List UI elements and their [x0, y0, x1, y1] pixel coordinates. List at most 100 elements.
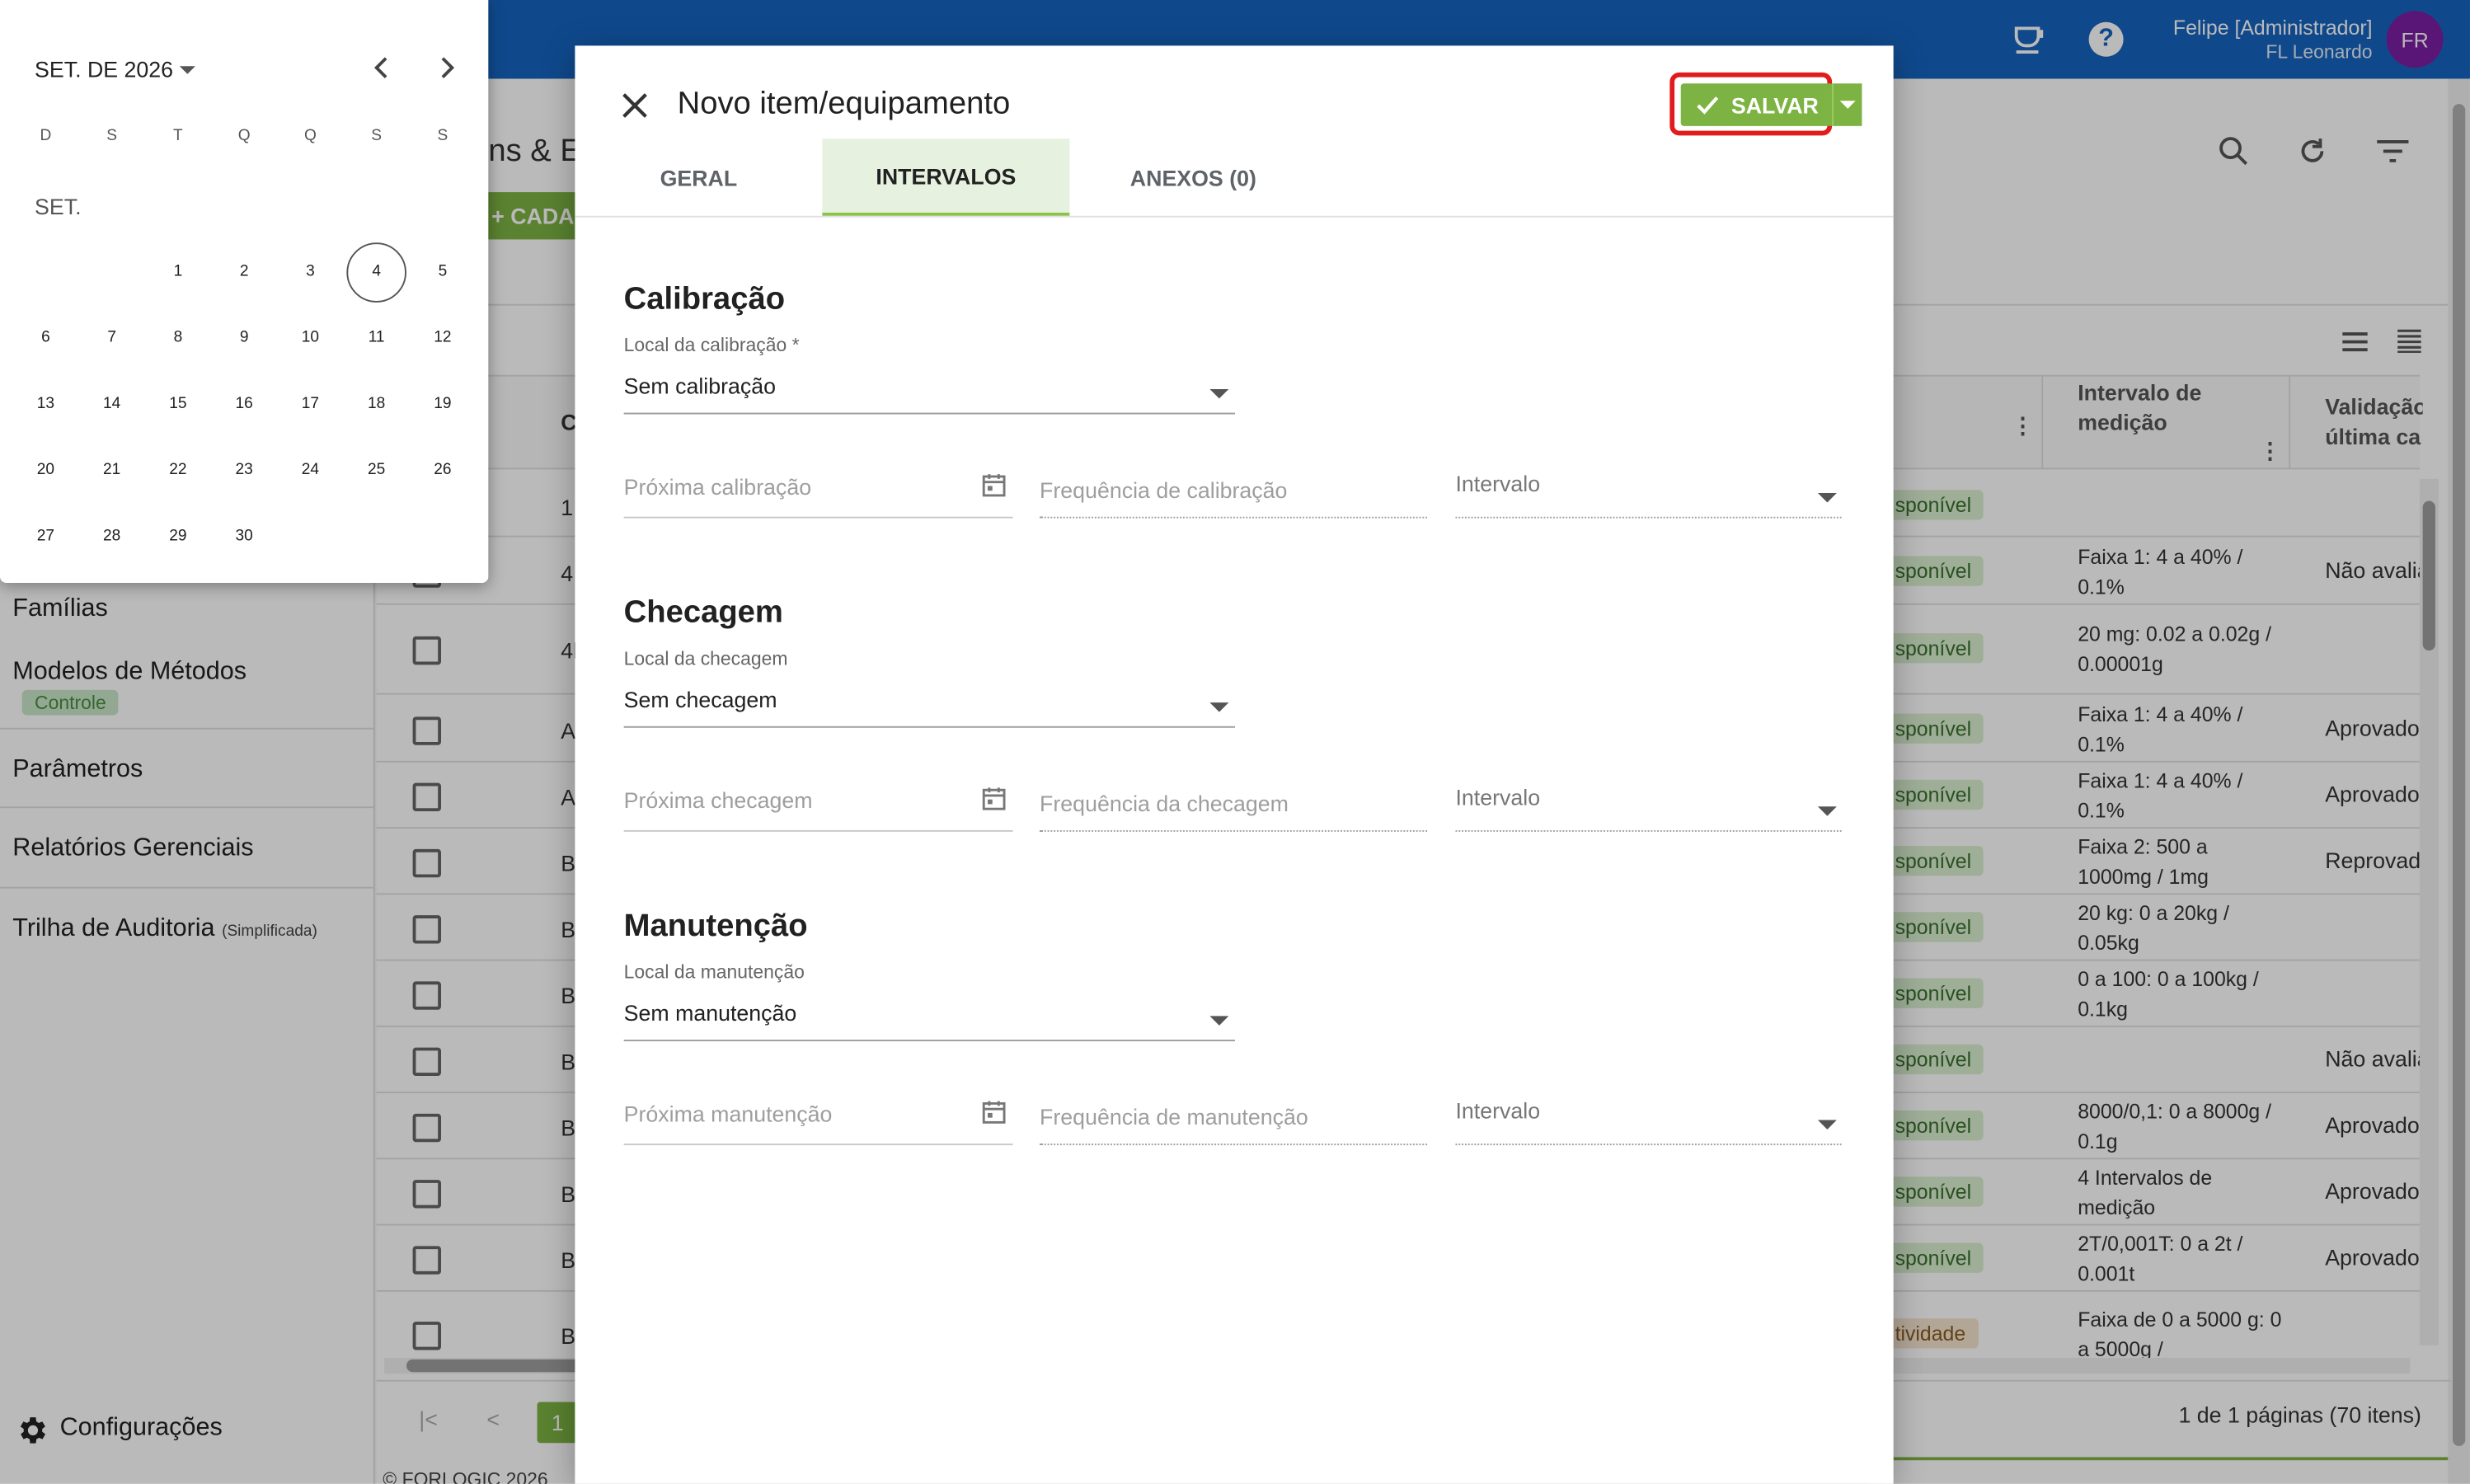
save-options-dropdown[interactable] [1832, 83, 1862, 126]
local-calibracao-label: Local da calibração * [623, 334, 800, 356]
field-underline [623, 829, 1013, 832]
weekday-label: S [437, 127, 448, 145]
field-underline [1040, 1144, 1428, 1146]
manutencao-interval-placeholder: Intervalo [1455, 1097, 1541, 1124]
local-calibracao-value: Sem calibração [623, 373, 777, 399]
calendar-day[interactable]: 29 [154, 514, 201, 561]
save-button[interactable]: SALVAR [1680, 83, 1834, 126]
checagem-interval-select[interactable]: Intervalo [1455, 782, 1842, 832]
checagem-interval-placeholder: Intervalo [1455, 784, 1541, 810]
next-manutencao-date-input[interactable]: Próxima manutenção [623, 1095, 1013, 1146]
calendar-day[interactable]: 7 [88, 315, 135, 362]
calendar-day[interactable]: 9 [220, 315, 267, 362]
calendar-day[interactable]: 1 [154, 249, 201, 296]
section-title-calibracao: Calibração [623, 282, 786, 317]
field-underline [623, 1040, 1235, 1041]
next-checagem-date-input[interactable]: Próxima checagem [623, 782, 1013, 832]
tab-geral[interactable]: GERAL [609, 139, 787, 216]
calendar-icon[interactable] [981, 786, 1007, 811]
dialog-title: Novo item/equipamento [677, 87, 1011, 122]
tab-anexos[interactable]: ANEXOS (0) [1095, 139, 1292, 216]
calendar-day[interactable]: 18 [353, 381, 400, 428]
field-underline [1040, 516, 1428, 519]
chevron-down-icon [1839, 101, 1856, 109]
calendar-day[interactable]: 15 [154, 381, 201, 428]
calendar-day[interactable]: 20 [22, 448, 69, 495]
local-calibracao-select[interactable]: Sem calibração [623, 364, 1235, 415]
calendar-day[interactable]: 27 [22, 514, 69, 561]
next-calibracao-date-input[interactable]: Próxima calibração [623, 467, 1013, 519]
local-manutencao-value: Sem manutenção [623, 1000, 797, 1026]
next-checagem-placeholder: Próxima checagem [623, 787, 813, 813]
calendar-month-label: SET. DE 2026 [35, 56, 174, 82]
calendar-day[interactable]: 25 [353, 448, 400, 495]
chevron-down-icon [1209, 1016, 1229, 1026]
close-icon[interactable] [619, 90, 650, 121]
chevron-down-icon [1209, 702, 1229, 712]
calendar-month-selector[interactable]: SET. DE 2026 [35, 57, 173, 82]
chevron-down-icon [1817, 493, 1837, 503]
local-manutencao-label: Local da manutenção [623, 960, 805, 984]
local-checagem-select[interactable]: Sem checagem [623, 678, 1235, 728]
calendar-day[interactable]: 17 [287, 381, 334, 428]
manutencao-frequency-placeholder: Frequência de manutenção [1040, 1104, 1308, 1129]
weekday-label: S [106, 127, 118, 145]
calendar-day[interactable]: 5 [419, 249, 466, 296]
chevron-down-icon [1817, 1120, 1837, 1129]
calendar-icon[interactable] [981, 472, 1007, 498]
calendar-day-today[interactable]: 4 [346, 242, 406, 303]
calendar-day[interactable]: 14 [88, 381, 135, 428]
calendar-day[interactable]: 8 [154, 315, 201, 362]
check-icon [1697, 94, 1719, 116]
chevron-down-icon [1209, 388, 1229, 399]
field-underline [623, 412, 1235, 415]
local-checagem-label: Local da checagem [623, 647, 788, 670]
calendar-day[interactable]: 23 [220, 448, 267, 495]
calibracao-interval-placeholder: Intervalo [1455, 471, 1541, 496]
tabs-divider [575, 215, 1894, 218]
calendar-day[interactable]: 6 [22, 315, 69, 362]
calendar-day[interactable]: 19 [419, 381, 466, 428]
calendar-day[interactable]: 30 [220, 514, 267, 561]
chevron-down-icon [1817, 806, 1837, 816]
weekday-label: Q [237, 127, 251, 145]
calendar-icon[interactable] [981, 1100, 1007, 1125]
calendar-day[interactable]: 16 [220, 381, 267, 428]
tab-intervalos[interactable]: INTERVALOS [822, 139, 1070, 216]
calendar-month-short: SET. [35, 194, 82, 219]
calendar-day[interactable]: 22 [154, 448, 201, 495]
date-picker-popup: SET. DE 2026 DSTQQSS SET. 1 2 3 4 5 6 7 8 9 10 11 1… [0, 0, 489, 583]
calendar-day[interactable]: 10 [287, 315, 334, 362]
field-underline [1455, 829, 1842, 832]
field-underline [623, 516, 1013, 519]
calendar-day[interactable]: 12 [419, 315, 466, 362]
calibracao-frequency-placeholder: Frequência de calibração [1040, 477, 1288, 503]
section-title-manutencao: Manutenção [623, 909, 808, 944]
calendar-day[interactable]: 13 [22, 381, 69, 428]
checagem-frequency-placeholder: Frequência da checagem [1040, 791, 1289, 816]
field-underline [623, 1144, 1013, 1146]
calibracao-frequency-input[interactable]: Frequência de calibração [1040, 467, 1428, 519]
calibracao-interval-select[interactable]: Intervalo [1455, 467, 1842, 519]
local-checagem-value: Sem checagem [623, 687, 777, 712]
weekday-label: D [40, 127, 52, 145]
calendar-day[interactable]: 24 [287, 448, 334, 495]
next-manutencao-placeholder: Próxima manutenção [623, 1101, 833, 1127]
section-title-checagem: Checagem [623, 595, 783, 631]
chevron-down-icon[interactable] [179, 66, 195, 74]
manutencao-frequency-input[interactable]: Frequência de manutenção [1040, 1095, 1428, 1146]
local-manutencao-select[interactable]: Sem manutenção [623, 991, 1235, 1041]
save-button-label: SALVAR [1730, 92, 1819, 118]
chevron-left-icon[interactable] [369, 55, 394, 81]
manutencao-interval-select[interactable]: Intervalo [1455, 1095, 1842, 1146]
calendar-day[interactable]: 3 [287, 249, 334, 296]
calendar-day[interactable]: 26 [419, 448, 466, 495]
field-underline [1455, 1144, 1842, 1146]
calendar-day[interactable]: 28 [88, 514, 135, 561]
checagem-frequency-input[interactable]: Frequência da checagem [1040, 782, 1428, 832]
calendar-day[interactable]: 2 [220, 249, 267, 296]
weekday-label: Q [303, 127, 317, 145]
chevron-right-icon[interactable] [434, 55, 460, 81]
calendar-day[interactable]: 11 [353, 315, 400, 362]
calendar-day[interactable]: 21 [88, 448, 135, 495]
